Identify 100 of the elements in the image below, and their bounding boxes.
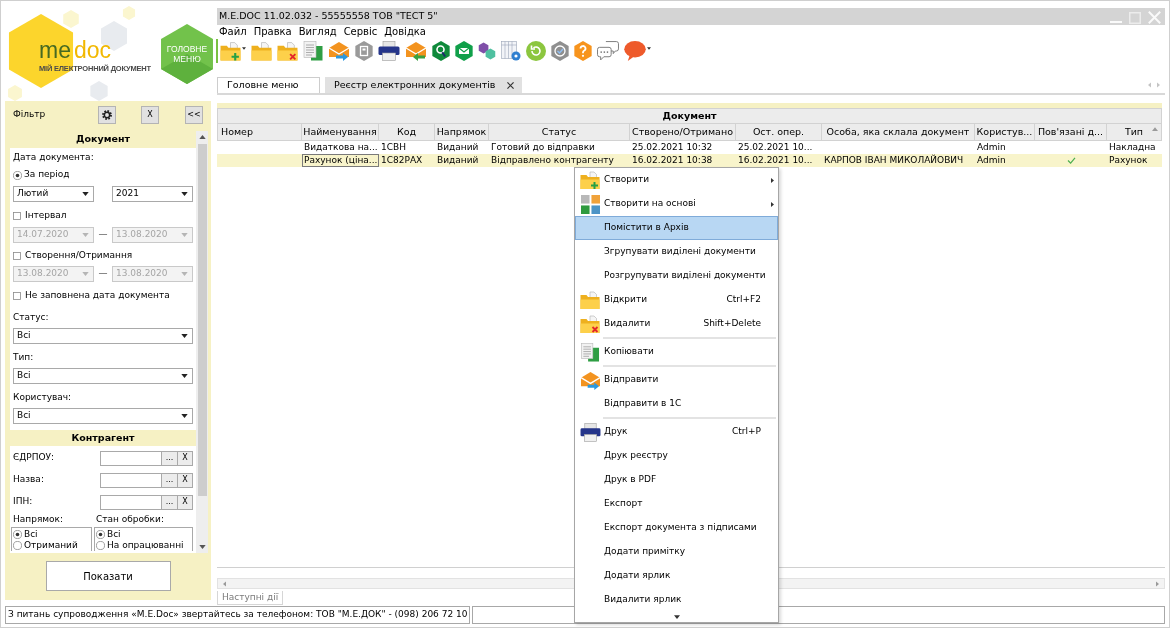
column-header[interactable]: Найменування [302,124,379,141]
column-header[interactable]: Статус [489,124,630,141]
close-icon[interactable] [507,81,515,89]
dropdown[interactable]: Всі [13,408,193,424]
input-field[interactable] [100,450,162,466]
menu-item[interactable]: Відправити [575,368,778,392]
menu-item[interactable]: Файл [219,26,247,37]
dropdown-caret-icon[interactable] [82,192,89,196]
table-gear-icon[interactable] [501,41,521,61]
menu-item[interactable]: Друк реєстру [575,444,778,468]
menu-item[interactable]: Вигляд [298,26,337,37]
help-icon[interactable] [574,41,592,61]
radio-option[interactable]: Всі [96,529,192,540]
settings-button[interactable] [98,106,116,124]
checkbox-icon[interactable] [13,292,21,300]
scroll-left-icon[interactable] [1148,82,1151,88]
folder-delete-icon[interactable] [277,41,298,61]
radio-option[interactable]: За період [13,168,193,182]
column-header[interactable]: Пов'язані д... [1035,124,1107,141]
menu-item[interactable]: Експорт документа з підписами [575,516,778,540]
scrollbar[interactable] [196,131,208,553]
menu-item[interactable]: Розгрупувати виділені документи [575,264,778,288]
menu-item[interactable]: Копіювати [575,340,778,364]
scroll-right-icon[interactable] [1157,82,1160,88]
scroll-left-icon[interactable] [223,580,226,587]
column-header[interactable]: Тип [1107,124,1162,141]
menu-item[interactable]: Додати ярлик [575,564,778,588]
browse-button[interactable]: ... [162,450,178,466]
chat-icon[interactable] [597,41,619,61]
scroll-down-icon[interactable] [673,615,680,619]
dropdown-caret-icon[interactable] [181,334,188,338]
column-header[interactable]: Номер [217,124,302,141]
browse-button[interactable]: ... [162,494,178,510]
scrollbar-thumb[interactable] [197,144,207,496]
radio-icon[interactable] [13,541,22,550]
menu-item[interactable]: Згрупувати виділені документи [575,240,778,264]
input-field[interactable] [100,472,162,488]
input-field[interactable] [100,494,162,510]
folder-icon[interactable] [251,41,272,61]
menu-item[interactable]: Відправити в 1С [575,392,778,416]
menu-item[interactable]: Правка [253,26,292,37]
hexagon-envelope-icon[interactable] [455,41,473,61]
radio-option[interactable]: Отриманий [13,540,91,551]
menu-item[interactable]: Сервіс [343,26,378,37]
documents-icon[interactable] [303,41,323,61]
column-header[interactable]: Користув... [975,124,1035,141]
column-header[interactable]: Створено/Отримано [630,124,736,141]
dropdown-caret-icon[interactable] [181,374,188,378]
radio-icon[interactable] [13,530,22,539]
table-row[interactable]: Рахунок (ціна... 1С82РАХ Виданий Відправлено контрагенту 16.02.2021 10:38 16.02.2021 10... КАРПОВ ІВАН МИКОЛАЙОВИЧ Admin Рахунок [217,154,1162,167]
menu-item[interactable]: Видалити ярлик [575,588,778,612]
tab[interactable]: Наступні дії [217,591,284,605]
radio-option[interactable]: На опрацюванні [96,540,192,551]
sort-icon[interactable] [1152,127,1158,131]
folder-plus-icon[interactable] [220,41,241,61]
refresh-icon[interactable] [526,41,546,61]
scroll-up-icon[interactable] [198,135,206,139]
envelope-arrow-icon[interactable] [405,41,427,61]
dropdown[interactable]: Всі [13,328,193,344]
clear-button[interactable]: X [178,450,193,466]
hexagon-check-icon[interactable] [551,41,569,61]
menu-item[interactable]: Додати примітку [575,540,778,564]
clear-button[interactable]: X [178,494,193,510]
hexagon-magnifier-icon[interactable] [432,41,450,61]
menu-item[interactable]: Довідка [384,26,426,37]
tab[interactable]: Реєстр електронних документів [325,77,523,93]
scroll-down-icon[interactable] [198,545,206,549]
dropdown-caret-icon[interactable] [181,192,188,196]
browse-button[interactable]: ... [162,472,178,488]
dropdown-caret-icon[interactable] [181,414,188,418]
collapse-button[interactable]: << [185,106,203,124]
envelope-arrow-icon[interactable] [328,41,350,61]
menu-item[interactable]: Друк в PDF [575,468,778,492]
show-button[interactable]: Показати [45,561,171,591]
hexagon-document-icon[interactable] [355,41,373,61]
clear-button[interactable]: X [141,106,159,124]
menu-item[interactable]: Експорт [575,492,778,516]
tab[interactable]: Головне меню [217,77,320,93]
menu-item[interactable]: Створити на основі [575,192,778,216]
radio-option[interactable]: Всі [13,529,91,540]
column-header[interactable]: Напрямок [435,124,489,141]
dropdown[interactable]: Всі [13,368,193,384]
column-header[interactable]: Особа, яка склала документ [822,124,975,141]
dropdown[interactable]: Лютий [13,186,94,202]
printer-icon[interactable] [378,41,400,61]
radio-icon[interactable] [96,530,105,539]
menu-item[interactable]: Друк Ctrl+P [575,420,778,444]
menu-item[interactable]: Видалити Shift+Delete [575,312,778,336]
scroll-right-icon[interactable] [1156,580,1159,587]
speech-bubble-icon[interactable] [624,41,646,61]
hexagons-icon[interactable] [478,41,496,61]
column-header[interactable]: Код [379,124,435,141]
column-header[interactable]: Ост. опер. [736,124,822,141]
menu-item[interactable]: Помістити в Архів [575,216,778,240]
clear-button[interactable]: X [178,472,193,488]
dropdown[interactable]: 2021 [112,186,193,202]
radio-icon[interactable] [96,541,105,550]
radio-icon[interactable] [13,170,22,180]
menu-item[interactable]: Відкрити Ctrl+F2 [575,288,778,312]
checkbox-option[interactable]: Не заповнена дата документа [13,289,193,303]
